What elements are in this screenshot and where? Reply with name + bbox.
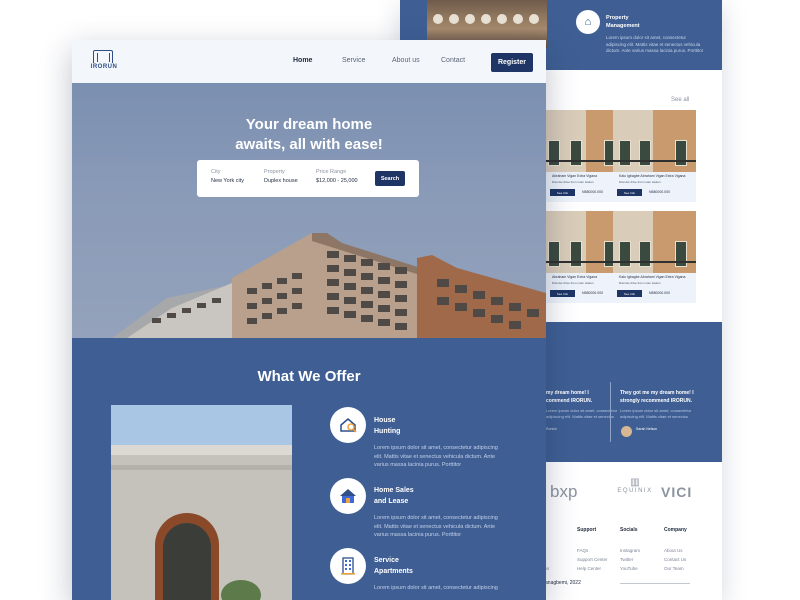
reviewer-avatar [621, 426, 632, 437]
footer-link[interactable]: Help Center [577, 566, 601, 571]
property-management-icon: ⌂ [576, 10, 600, 34]
listing-card[interactable]: Kalu Igbagbe Abraham Vigan Extra Vigana … [613, 211, 696, 303]
search-panel: City New York city Property Duplex house… [197, 160, 419, 197]
footer-link[interactable]: FAQs [577, 548, 588, 553]
hero-title: Your dream home awaits, all with ease! [235, 116, 383, 153]
property-field[interactable]: Duplex house [264, 178, 298, 184]
see-info-button[interactable]: See Info [550, 290, 575, 297]
footer-company-heading: Company [664, 527, 687, 533]
footer-link[interactable]: YouTube [620, 566, 638, 571]
nav-contact[interactable]: Contact [441, 57, 465, 64]
house-search-icon [330, 407, 366, 443]
price-range-field[interactable]: $12,000 - 25,000 [316, 178, 358, 184]
pm-title: Property Management [606, 15, 640, 29]
footer-link[interactable]: Instagram [620, 548, 640, 553]
footer-link[interactable]: Twitter [620, 557, 633, 562]
offer-heading: What We Offer [257, 368, 361, 385]
footer-link[interactable]: Contact Us [664, 557, 686, 562]
nav-home[interactable]: Home [293, 57, 312, 64]
footer-divider [620, 583, 690, 584]
price-range-label: Price Range [316, 169, 347, 175]
register-button[interactable]: Register [491, 53, 533, 72]
partner-logo-bxp: bxp [550, 482, 578, 501]
testimonial-divider [610, 382, 611, 442]
service-title: Service Apartments [374, 557, 413, 575]
listing-card[interactable]: Kalu Igbagbe Abraham Vigan Extra Vigana … [613, 110, 696, 202]
partner-logo-vici: VICI [661, 484, 693, 500]
footer-support-heading: Support [577, 527, 597, 533]
nav-about-us[interactable]: About us [392, 57, 420, 64]
pm-text: Lorem ipsum dolor sit amet, consectetur … [606, 35, 704, 53]
see-info-button[interactable]: See Info [617, 290, 642, 297]
see-all-link[interactable]: See all [671, 97, 689, 103]
footer-socials-heading: Socials [620, 527, 638, 533]
partner-logo-equinix: ▥ EQUINIX [617, 477, 653, 495]
navbar: IRORUN Home Service About us Contact Reg… [72, 40, 546, 83]
service-title: House Hunting [374, 417, 401, 435]
footer-link[interactable]: About Us [664, 548, 683, 553]
footer-link[interactable]: Our Team [664, 566, 684, 571]
nav-service[interactable]: Service [342, 57, 365, 64]
listing-photo [613, 110, 696, 172]
brand-logo[interactable]: IRORUN [89, 50, 119, 74]
property-label: Property [264, 169, 285, 175]
city-label: City [211, 169, 221, 175]
see-info-button[interactable]: See Info [617, 189, 642, 196]
home-sale-icon [330, 478, 366, 514]
landing-page: IRORUN Home Service About us Contact Reg… [72, 40, 546, 600]
service-title: Home Sales and Lease [374, 487, 414, 505]
footer-link[interactable]: Support Center [577, 557, 608, 562]
listing-photo [613, 211, 696, 273]
service-description: Lorem ipsum dolor sit amet, consectetur … [374, 585, 498, 591]
service-description: Lorem ipsum dolor sit amet, consectetur … [374, 515, 498, 538]
service-description: Lorem ipsum dolor sit amet, consectetur … [374, 445, 498, 468]
search-button[interactable]: Search [375, 171, 405, 186]
see-info-button[interactable]: See Info [550, 189, 575, 196]
city-field[interactable]: New York city [211, 178, 244, 184]
hero-section: Your dream home awaits, all with ease! C… [72, 83, 546, 338]
building-logo-icon [93, 50, 113, 63]
testimonial-quote: They got me my dream home! Istrongly rec… [620, 390, 694, 404]
apartment-icon [330, 548, 366, 584]
offer-building-photo [111, 405, 292, 600]
